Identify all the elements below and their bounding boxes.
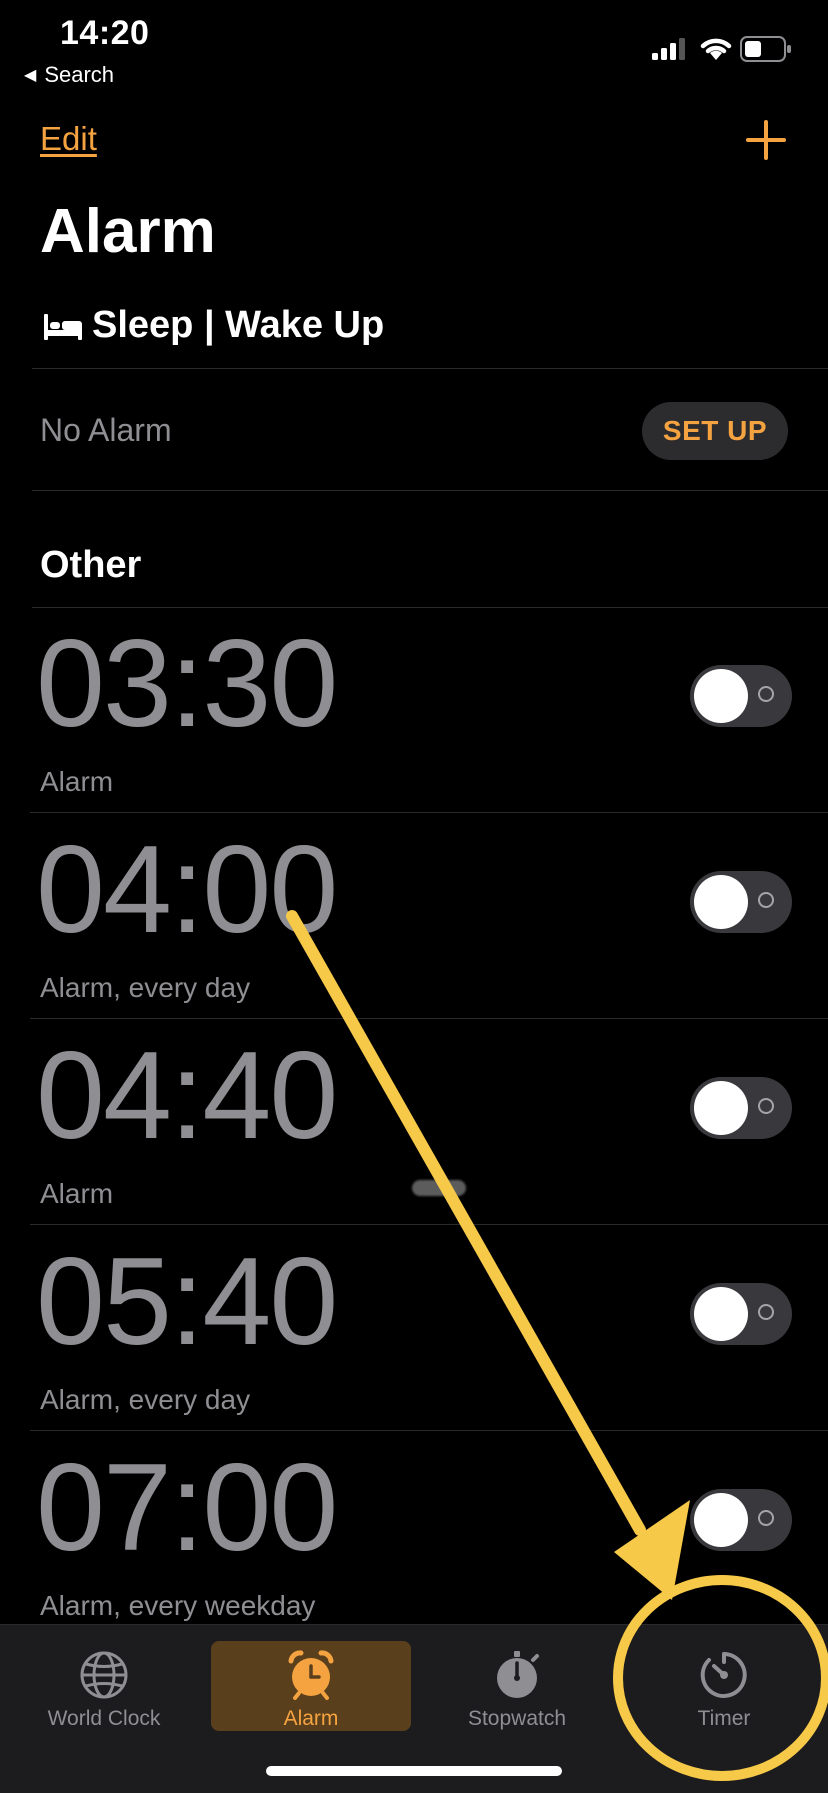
tab-alarm[interactable]: Alarm (211, 1641, 411, 1731)
add-alarm-icon[interactable] (744, 118, 788, 162)
divider (30, 1224, 828, 1225)
alarm-clock-icon (288, 1650, 334, 1700)
alarm-time: 03:30 (36, 615, 338, 753)
divider (30, 1430, 828, 1431)
tab-label: Stopwatch (467, 1707, 567, 1730)
alarm-label: Alarm, every day (40, 1384, 251, 1415)
edit-button[interactable]: Edit (40, 120, 97, 158)
battery-icon (740, 36, 791, 62)
other-section-title: Other (40, 544, 142, 586)
divider (32, 368, 828, 369)
alarm-label: Alarm (40, 766, 114, 797)
tab-label: World Clock (47, 1707, 161, 1730)
toggle-off-indicator (758, 1098, 774, 1114)
toggle-off-indicator (758, 892, 774, 908)
alarm-time: 05:40 (36, 1233, 338, 1371)
cellular-signal-icon (652, 38, 685, 60)
alarm-row[interactable]: 04:40 Alarm (0, 1020, 828, 1225)
toggle-off-indicator (758, 1304, 774, 1320)
alarm-time: 04:00 (36, 821, 338, 959)
divider (30, 812, 828, 813)
toggle-knob (694, 1081, 748, 1135)
home-indicator (266, 1766, 562, 1776)
toggle-knob (694, 1493, 748, 1547)
no-alarm-text: No Alarm (40, 412, 172, 448)
alarm-toggle[interactable] (690, 665, 792, 727)
divider (32, 490, 828, 491)
page-title: Alarm (40, 197, 216, 266)
alarm-row[interactable]: 07:00 Alarm, every weekday (0, 1432, 828, 1637)
alarm-time: 04:40 (36, 1027, 338, 1165)
toggle-knob (694, 875, 748, 929)
tab-world-clock[interactable]: World Clock (4, 1641, 204, 1731)
wifi-icon (700, 38, 732, 60)
tab-label: Alarm (283, 1707, 339, 1730)
back-to-search-link[interactable]: ◀ Search (24, 62, 114, 88)
screen-smudge (412, 1180, 466, 1196)
stopwatch-icon (497, 1651, 539, 1698)
divider (30, 1018, 828, 1019)
timer-icon (700, 1652, 747, 1698)
alarm-toggle[interactable] (690, 871, 792, 933)
alarm-time: 07:00 (36, 1439, 338, 1577)
tab-stopwatch[interactable]: Stopwatch (417, 1641, 617, 1731)
tab-timer[interactable]: Timer (624, 1641, 824, 1731)
set-up-button[interactable]: SET UP (642, 402, 788, 460)
back-label: Search (44, 62, 115, 87)
alarm-label: Alarm (40, 1178, 114, 1209)
alarm-label: Alarm, every weekday (40, 1590, 316, 1621)
alarm-toggle[interactable] (690, 1489, 792, 1551)
toggle-knob (694, 669, 748, 723)
bed-icon (44, 314, 82, 340)
alarm-toggle[interactable] (690, 1077, 792, 1139)
tab-label: Timer (697, 1707, 751, 1730)
alarm-row[interactable]: 03:30 Alarm (0, 608, 828, 813)
sleep-section-title: Sleep | Wake Up (92, 304, 385, 346)
alarm-row[interactable]: 05:40 Alarm, every day (0, 1226, 828, 1431)
alarm-row[interactable]: 04:00 Alarm, every day (0, 814, 828, 1019)
toggle-off-indicator (758, 686, 774, 702)
status-time: 14:20 (60, 14, 150, 52)
globe-icon (80, 1651, 128, 1699)
alarm-label: Alarm, every day (40, 972, 251, 1003)
back-arrow-icon: ◀ (24, 67, 37, 84)
toggle-off-indicator (758, 1510, 774, 1526)
alarm-toggle[interactable] (690, 1283, 792, 1345)
toggle-knob (694, 1287, 748, 1341)
